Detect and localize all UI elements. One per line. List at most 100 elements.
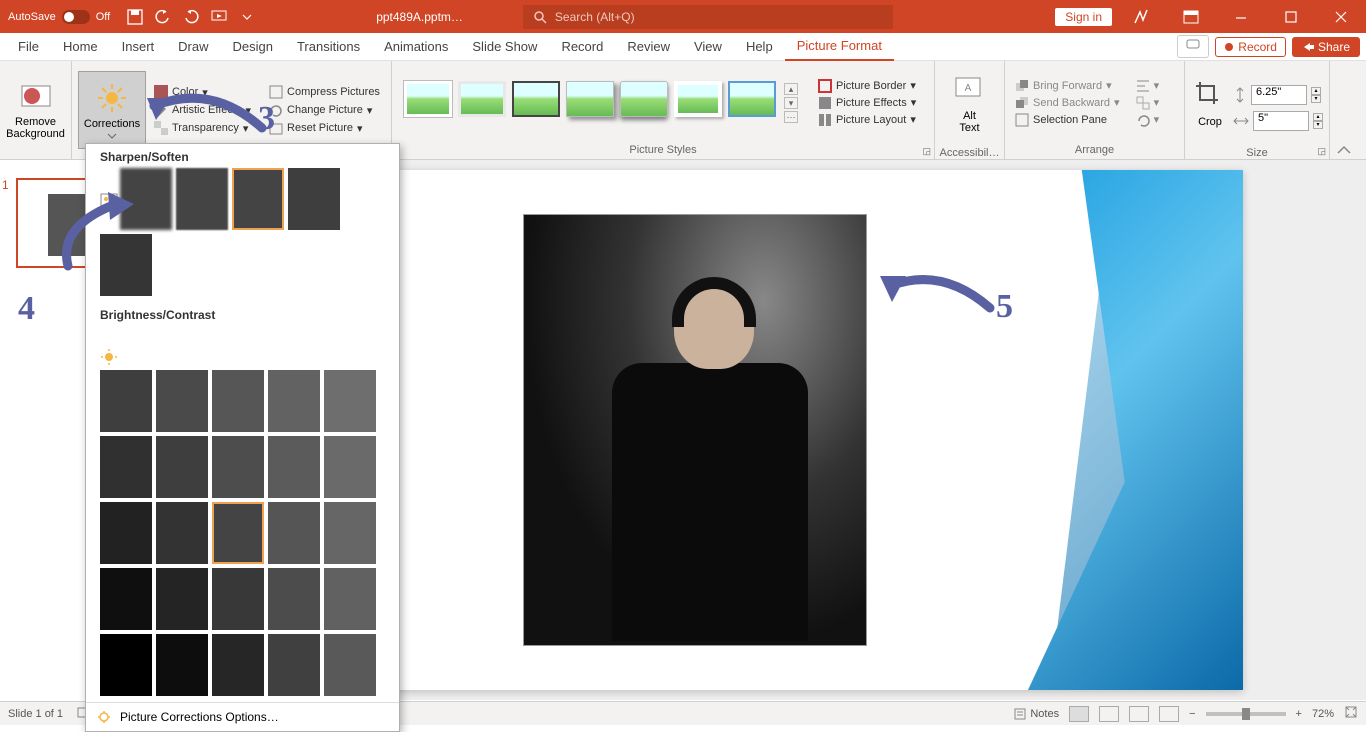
selection-pane-button[interactable]: Selection Pane [1011, 112, 1124, 128]
tab-record[interactable]: Record [549, 33, 615, 60]
ribbon-display-icon[interactable] [1170, 2, 1212, 32]
style-thumb[interactable] [674, 81, 722, 117]
crop-button[interactable]: Crop [1191, 65, 1229, 143]
sharpen-preset-selected[interactable] [232, 168, 284, 230]
brightness-preset[interactable] [100, 634, 152, 696]
zoom-out-icon[interactable]: − [1189, 708, 1195, 720]
brightness-preset[interactable] [100, 436, 152, 498]
brightness-preset-selected[interactable] [212, 502, 264, 564]
change-picture-button[interactable]: Change Picture▾ [265, 102, 384, 118]
comments-button[interactable] [1177, 35, 1209, 58]
brightness-preset[interactable] [156, 634, 208, 696]
brightness-preset[interactable] [100, 370, 152, 432]
brightness-preset[interactable] [212, 436, 264, 498]
compress-pictures-button[interactable]: Compress Pictures [265, 84, 384, 100]
height-field[interactable]: 6.25" ▴▾ [1233, 85, 1323, 105]
picture-effects-button[interactable]: Picture Effects▾ [814, 95, 920, 111]
zoom-level[interactable]: 72% [1312, 708, 1334, 720]
send-backward-button[interactable]: Send Backward▾ [1011, 95, 1124, 111]
tab-review[interactable]: Review [615, 33, 682, 60]
style-thumb-selected[interactable] [728, 81, 776, 117]
style-thumb[interactable] [404, 81, 452, 117]
dialog-launcher-icon[interactable]: ◲ [1317, 146, 1326, 157]
brightness-preset[interactable] [268, 634, 320, 696]
normal-view-icon[interactable] [1069, 706, 1089, 722]
tab-file[interactable]: File [6, 33, 51, 60]
picture-layout-button[interactable]: Picture Layout▾ [814, 112, 920, 128]
reading-view-icon[interactable] [1129, 706, 1149, 722]
tab-transitions[interactable]: Transitions [285, 33, 372, 60]
style-thumb[interactable] [566, 81, 614, 117]
zoom-in-icon[interactable]: + [1296, 708, 1302, 720]
brightness-preset[interactable] [212, 568, 264, 630]
brightness-preset[interactable] [156, 502, 208, 564]
brightness-preset[interactable] [324, 634, 376, 696]
redo-icon[interactable] [182, 8, 200, 26]
brightness-preset[interactable] [212, 634, 264, 696]
notes-button[interactable]: Notes [1014, 708, 1059, 720]
sorter-view-icon[interactable] [1099, 706, 1119, 722]
height-spinner[interactable]: ▴▾ [1311, 87, 1321, 103]
tab-slide-show[interactable]: Slide Show [460, 33, 549, 60]
group-button[interactable]: ▾ [1132, 95, 1164, 111]
file-name[interactable]: ppt489A.pptm… [376, 10, 463, 24]
tab-home[interactable]: Home [51, 33, 110, 60]
tab-insert[interactable]: Insert [110, 33, 167, 60]
slideshow-view-icon[interactable] [1159, 706, 1179, 722]
inserted-picture[interactable] [523, 214, 867, 646]
qat-more-icon[interactable] [238, 8, 256, 26]
collapse-ribbon-icon[interactable] [1337, 145, 1351, 155]
remove-background-button[interactable]: Remove Background [6, 71, 65, 149]
brightness-preset[interactable] [156, 370, 208, 432]
sign-in-button[interactable]: Sign in [1055, 8, 1112, 26]
tab-design[interactable]: Design [221, 33, 285, 60]
picture-corrections-options[interactable]: Picture Corrections Options… [86, 702, 399, 731]
toggle-switch[interactable] [62, 10, 90, 24]
fit-window-icon[interactable] [1344, 705, 1358, 722]
slide[interactable] [323, 170, 1243, 690]
share-button[interactable]: Share [1292, 37, 1360, 57]
close-icon[interactable] [1320, 2, 1362, 32]
record-button[interactable]: Record [1215, 37, 1286, 57]
corrections-button[interactable]: Corrections [78, 71, 146, 149]
tab-view[interactable]: View [682, 33, 734, 60]
picture-styles-gallery[interactable]: ▴▾⋯ [398, 75, 806, 131]
coming-soon-icon[interactable] [1120, 2, 1162, 32]
align-button[interactable]: ▾ [1132, 78, 1164, 94]
style-thumb[interactable] [458, 81, 506, 117]
maximize-icon[interactable] [1270, 2, 1312, 32]
style-thumb[interactable] [620, 81, 668, 117]
brightness-preset[interactable] [100, 502, 152, 564]
brightness-preset[interactable] [268, 502, 320, 564]
save-icon[interactable] [126, 8, 144, 26]
sharpen-preset[interactable] [288, 168, 340, 230]
rotate-button[interactable]: ▾ [1132, 112, 1164, 128]
zoom-slider[interactable] [1206, 712, 1286, 716]
brightness-preset[interactable] [156, 568, 208, 630]
alt-text-button[interactable]: A Alt Text [941, 65, 998, 143]
tab-draw[interactable]: Draw [166, 33, 220, 60]
bring-forward-button[interactable]: Bring Forward▾ [1011, 78, 1124, 94]
brightness-preset[interactable] [324, 436, 376, 498]
brightness-preset[interactable] [156, 436, 208, 498]
width-field[interactable]: 5" ▴▾ [1233, 111, 1323, 131]
reset-picture-button[interactable]: Reset Picture▾ [265, 120, 384, 136]
sharpen-preset[interactable] [176, 168, 228, 230]
width-spinner[interactable]: ▴▾ [1313, 113, 1323, 129]
brightness-preset[interactable] [324, 502, 376, 564]
autosave-toggle[interactable]: AutoSave Off [0, 10, 118, 24]
brightness-preset[interactable] [268, 370, 320, 432]
tab-picture-format[interactable]: Picture Format [785, 32, 894, 61]
preset-default-icon[interactable] [100, 348, 118, 366]
brightness-preset[interactable] [324, 370, 376, 432]
brightness-preset[interactable] [324, 568, 376, 630]
brightness-preset[interactable] [268, 568, 320, 630]
minimize-icon[interactable] [1220, 2, 1262, 32]
undo-icon[interactable] [154, 8, 172, 26]
brightness-preset[interactable] [212, 370, 264, 432]
brightness-preset[interactable] [268, 436, 320, 498]
picture-border-button[interactable]: Picture Border▾ [814, 78, 920, 94]
tab-help[interactable]: Help [734, 33, 785, 60]
dialog-launcher-icon[interactable]: ◲ [922, 146, 931, 157]
brightness-preset[interactable] [100, 568, 152, 630]
